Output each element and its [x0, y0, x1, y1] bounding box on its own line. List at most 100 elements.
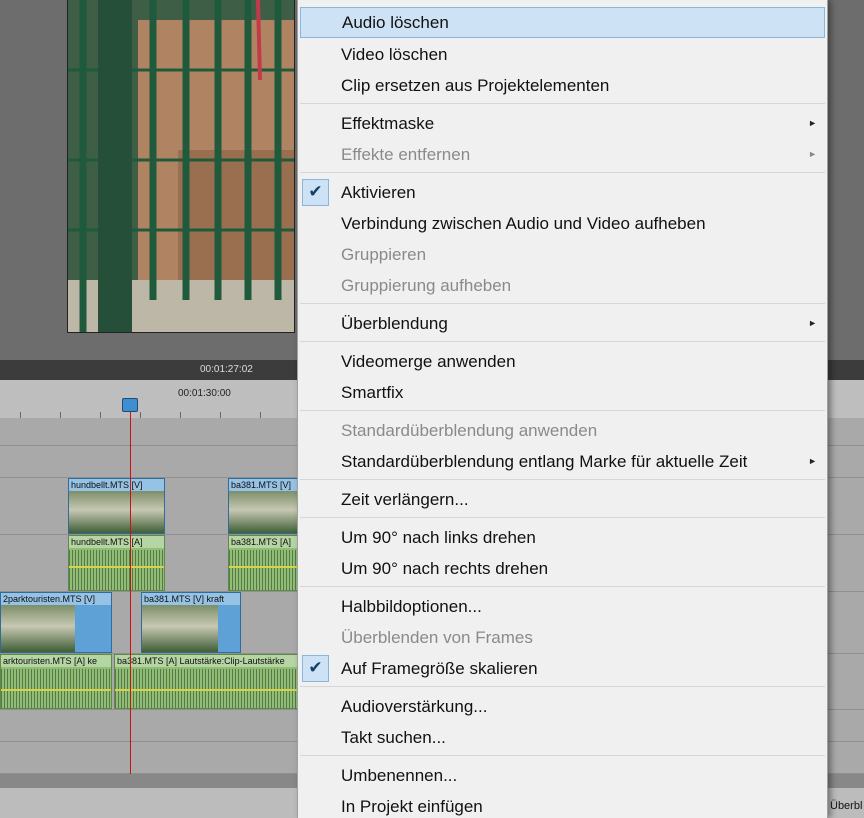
current-timecode: 00:01:27:02	[200, 364, 253, 375]
menu-separator	[300, 517, 825, 518]
volume-line[interactable]	[1, 689, 111, 691]
clip-thumbnail	[69, 491, 164, 533]
menu-item-gruppieren: Gruppieren	[300, 239, 825, 270]
menu-separator	[300, 303, 825, 304]
menu-item-label: Audioverstärkung...	[341, 697, 488, 716]
menu-item-label: Clip ersetzen aus Projektelementen	[341, 76, 610, 95]
clip-thumbnail	[1, 605, 75, 652]
menu-item-label: Smartfix	[341, 383, 404, 402]
clip-label: hundbellt.MTS [V]	[69, 479, 164, 491]
menu-item-zeit-verlaengern[interactable]: Zeit verlängern...	[300, 484, 825, 515]
menu-item-ueberblenden-frames: Überblenden von Frames	[300, 622, 825, 653]
menu-item-label: Verbindung zwischen Audio und Video aufh…	[341, 214, 706, 233]
context-menu: Audio löschen Video löschen Clip ersetze…	[297, 0, 828, 818]
clip-label: ba381.MTS [A]	[229, 536, 297, 548]
submenu-arrow-icon: ►	[808, 318, 817, 328]
menu-item-audio-loeschen[interactable]: Audio löschen	[300, 7, 825, 38]
checkmark-icon: ✔	[302, 179, 329, 206]
menu-item-label: Takt suchen...	[341, 728, 446, 747]
video-editor-window: 00:01:27:02 00:01:30:00 hundbellt.MTS [V…	[0, 0, 864, 818]
checkmark-icon: ✔	[302, 655, 329, 682]
menu-item-label: Aktivieren	[341, 183, 416, 202]
video-preview	[67, 0, 295, 333]
menu-item-audioverstaerkung[interactable]: Audioverstärkung...	[300, 691, 825, 722]
menu-item-label: Umbenennen...	[341, 766, 458, 785]
clip-hundbellt-audio[interactable]: hundbellt.MTS [A]	[68, 535, 165, 591]
volume-effect-label[interactable]: Lautstärke:Clip-Lautstärke	[180, 656, 285, 666]
preview-frame-image	[68, 0, 294, 332]
menu-item-label: Effekte entfernen	[341, 145, 471, 164]
clip-ba381-video[interactable]: ba381.MTS [V]	[228, 478, 298, 534]
clip-label: hundbellt.MTS [A]	[69, 536, 164, 548]
audio-waveform	[69, 550, 164, 590]
menu-separator	[300, 410, 825, 411]
menu-item-framegroesse-skalieren[interactable]: ✔ Auf Framegröße skalieren	[300, 653, 825, 684]
menu-item-label: In Projekt einfügen	[341, 797, 483, 816]
menu-item-smartfix[interactable]: Smartfix	[300, 377, 825, 408]
clip-label: ba381.MTS [A] Lautstärke:Clip-Lautstärke	[115, 655, 297, 667]
playhead-handle[interactable]	[122, 398, 138, 412]
menu-item-aktivieren[interactable]: ✔ Aktivieren	[300, 177, 825, 208]
volume-line[interactable]	[69, 566, 164, 568]
menu-separator	[300, 686, 825, 687]
menu-item-standardueberblendung-marke[interactable]: Standardüberblendung entlang Marke für a…	[300, 446, 825, 477]
menu-item-label: Um 90° nach links drehen	[341, 528, 536, 547]
clip-thumbnail	[142, 605, 218, 652]
clip-parktouristen-audio[interactable]: arktouristen.MTS [A] ke	[0, 654, 112, 709]
clip-name: arktouristen.MTS [A]	[3, 656, 86, 666]
clip-ba381-audio[interactable]: ba381.MTS [A]	[228, 535, 298, 591]
menu-item-effektmaske[interactable]: Effektmaske ►	[300, 108, 825, 139]
menu-item-gruppierung-aufheben: Gruppierung aufheben	[300, 270, 825, 301]
menu-item-label: Überblenden von Frames	[341, 628, 533, 647]
menu-item-label: Halbbildoptionen...	[341, 597, 482, 616]
menu-item-label: Gruppierung aufheben	[341, 276, 512, 295]
menu-item-in-projekt-einfuegen[interactable]: In Projekt einfügen	[300, 791, 825, 818]
menu-item-ueberblendung[interactable]: Überblendung ►	[300, 308, 825, 339]
menu-item-label: Auf Framegröße skalieren	[341, 659, 538, 678]
clip-name: ba381.MTS [A]	[117, 656, 178, 666]
menu-separator	[300, 341, 825, 342]
clip-ba381-audio-2[interactable]: ba381.MTS [A] Lautstärke:Clip-Lautstärke	[114, 654, 298, 709]
submenu-arrow-icon: ►	[808, 149, 817, 159]
clip-parktouristen-video[interactable]: 2parktouristen.MTS [V]	[0, 592, 112, 653]
menu-item-verbindung-aufheben[interactable]: Verbindung zwischen Audio und Video aufh…	[300, 208, 825, 239]
menu-item-umbenennen[interactable]: Umbenennen...	[300, 760, 825, 791]
menu-item-standardueberblendung-anwenden: Standardüberblendung anwenden	[300, 415, 825, 446]
clip-hundbellt-video[interactable]: hundbellt.MTS [V]	[68, 478, 165, 534]
menu-item-clip-ersetzen[interactable]: Clip ersetzen aus Projektelementen	[300, 70, 825, 101]
clip-label: arktouristen.MTS [A] ke	[1, 655, 111, 667]
menu-item-label: Videomerge anwenden	[341, 352, 516, 371]
monitor-right-area	[828, 0, 864, 360]
volume-line[interactable]	[229, 566, 297, 568]
menu-item-label: Standardüberblendung entlang Marke für a…	[341, 452, 748, 471]
clip-label: ba381.MTS [V] kraft	[142, 593, 240, 605]
effect-tag[interactable]: kraft	[207, 594, 225, 604]
menu-separator	[300, 172, 825, 173]
menu-item-label: Zeit verlängern...	[341, 490, 469, 509]
menu-item-drehen-rechts[interactable]: Um 90° nach rechts drehen	[300, 553, 825, 584]
menu-item-label: Überblendung	[341, 314, 448, 333]
menu-item-video-loeschen[interactable]: Video löschen	[300, 39, 825, 70]
clip-name: ba381.MTS [V]	[144, 594, 205, 604]
menu-item-halbbildoptionen[interactable]: Halbbildoptionen...	[300, 591, 825, 622]
menu-item-videomerge[interactable]: Videomerge anwenden	[300, 346, 825, 377]
menu-separator	[300, 479, 825, 480]
monitor-panel	[0, 0, 300, 360]
playhead-line	[130, 410, 131, 774]
menu-item-label: Video löschen	[341, 45, 448, 64]
menu-item-label: Audio löschen	[342, 13, 449, 32]
ruler-time-label: 00:01:30:00	[178, 388, 231, 399]
clip-thumbnail	[229, 491, 297, 533]
menu-item-label: Gruppieren	[341, 245, 427, 264]
menu-separator	[300, 586, 825, 587]
menu-item-takt-suchen[interactable]: Takt suchen...	[300, 722, 825, 753]
menu-item-label: Effektmaske	[341, 114, 435, 133]
submenu-arrow-icon: ►	[808, 118, 817, 128]
menu-item-drehen-links[interactable]: Um 90° nach links drehen	[300, 522, 825, 553]
clip-ba381-video-2[interactable]: ba381.MTS [V] kraft	[141, 592, 241, 653]
effect-tag[interactable]: ke	[88, 656, 98, 666]
menu-separator	[300, 103, 825, 104]
bottom-panel-label: Überbl	[830, 800, 863, 812]
clip-label: 2parktouristen.MTS [V]	[1, 593, 111, 605]
volume-line[interactable]	[115, 689, 297, 691]
